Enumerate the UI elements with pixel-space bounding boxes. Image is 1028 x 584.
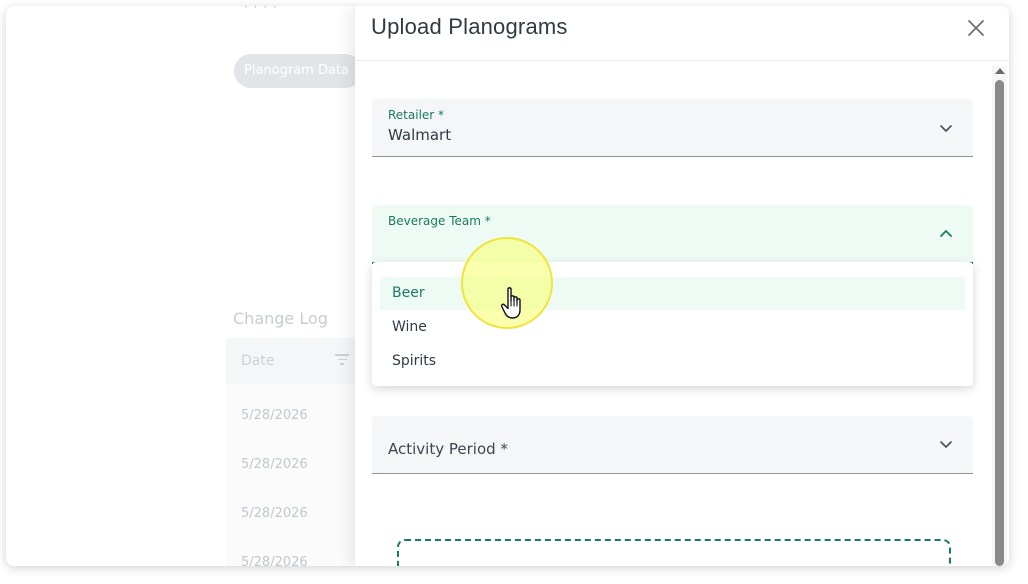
change-log-table-body: 5/28/2026 5/28/2026 5/28/2026 5/28/2026 xyxy=(226,384,366,566)
option-wine[interactable]: Wine xyxy=(380,311,965,344)
column-header-date[interactable]: Date xyxy=(241,353,274,369)
tab-planogram-data[interactable]: Planogram Data xyxy=(234,54,362,88)
app-window: · · · · Planogram Data Change Log Date 5… xyxy=(6,6,1009,566)
hand-pointer-icon xyxy=(500,287,521,319)
table-row: 5/28/2026 xyxy=(241,457,308,472)
modal-header: Upload Planograms xyxy=(355,6,1009,61)
background-cut-text: · · · · xyxy=(244,6,278,14)
activity-period-select[interactable]: Activity Period * xyxy=(372,416,973,474)
scrollbar[interactable] xyxy=(992,66,1007,566)
file-dropzone[interactable] xyxy=(397,539,951,566)
background-page: · · · · Planogram Data Change Log Date 5… xyxy=(6,6,366,566)
table-row: 5/28/2026 xyxy=(241,506,308,521)
table-row: 5/28/2026 xyxy=(241,408,308,423)
close-icon[interactable] xyxy=(964,16,988,40)
modal-body: Retailer * Walmart Beverage Team * Beer … xyxy=(355,61,1009,566)
change-log-title: Change Log xyxy=(233,309,328,328)
beverage-team-label: Beverage Team * xyxy=(388,214,491,228)
change-log-table-header: Date xyxy=(226,338,366,384)
chevron-down-icon xyxy=(940,441,952,448)
activity-period-label: Activity Period * xyxy=(388,440,508,458)
option-spirits[interactable]: Spirits xyxy=(380,345,965,378)
retailer-value: Walmart xyxy=(388,126,452,144)
modal-title: Upload Planograms xyxy=(371,14,568,39)
chevron-down-icon xyxy=(940,125,952,132)
retailer-select[interactable]: Retailer * Walmart xyxy=(372,99,973,157)
scroll-up-arrow-icon[interactable] xyxy=(995,68,1005,74)
upload-planograms-panel: Upload Planograms Retailer * Walmart Bev… xyxy=(355,6,1009,566)
scrollbar-thumb[interactable] xyxy=(995,80,1004,566)
chevron-up-icon xyxy=(940,230,952,237)
filter-icon[interactable] xyxy=(335,354,349,366)
table-row: 5/28/2026 xyxy=(241,555,308,566)
retailer-label: Retailer * xyxy=(388,108,445,122)
beverage-team-select[interactable]: Beverage Team * xyxy=(372,205,973,264)
